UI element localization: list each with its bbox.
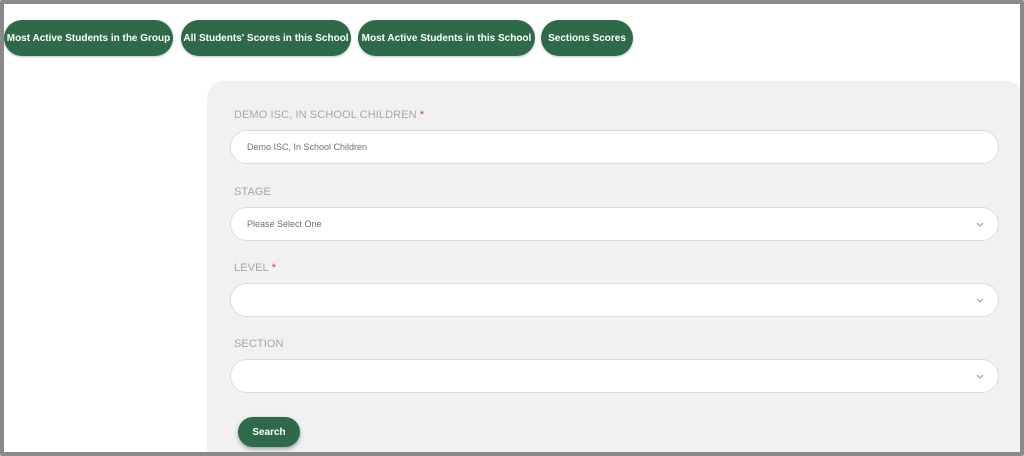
level-label-text: LEVEL [234,262,269,274]
stage-value: Please Select One [247,219,322,229]
search-button[interactable]: Search [238,417,300,447]
filter-panel: DEMO ISC, IN SCHOOL CHILDREN * Demo ISC, … [207,81,1020,452]
stage-label-text: STAGE [234,186,271,198]
tab-most-active-school[interactable]: Most Active Students in this School [358,20,535,56]
chevron-down-icon [974,294,986,306]
required-mark: * [271,262,277,274]
school-label-text: DEMO ISC, IN SCHOOL CHILDREN [234,109,417,121]
section-select[interactable] [230,359,999,393]
section-label: SECTION [234,338,284,350]
school-value: Demo ISC, In School Children [247,142,368,152]
tab-most-active-group[interactable]: Most Active Students in the Group [4,20,173,56]
required-mark: * [419,109,425,121]
tab-sections-scores[interactable]: Sections Scores [541,20,633,56]
level-label: LEVEL * [234,262,276,274]
stage-select[interactable]: Please Select One [230,207,999,241]
stage-label: STAGE [234,186,271,198]
school-label: DEMO ISC, IN SCHOOL CHILDREN * [234,109,424,121]
section-label-text: SECTION [234,338,284,350]
school-field[interactable]: Demo ISC, In School Children [230,130,999,164]
chevron-down-icon [974,218,986,230]
tab-all-scores-school[interactable]: All Students' Scores in this School [181,20,351,56]
chevron-down-icon [974,370,986,382]
app-frame: Most Active Students in the Group All St… [0,0,1024,456]
level-select[interactable] [230,283,999,317]
